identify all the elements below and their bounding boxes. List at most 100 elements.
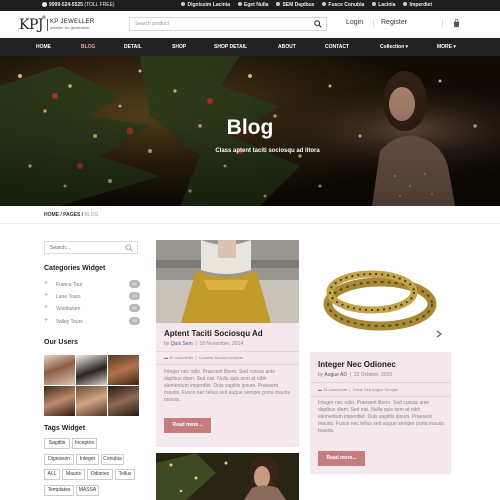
post-date: 18 November, 2014 [199, 341, 244, 347]
post-category[interactable]: Tellus Sed Augue Semper [353, 387, 399, 392]
user-avatar[interactable] [44, 386, 75, 416]
category-item[interactable]: + Vestibulum 16 [44, 304, 140, 314]
post-meta: by Augue AD | 22 October, 2016 [318, 372, 393, 378]
nav-blog[interactable]: BLOG [81, 44, 95, 50]
our-users-title: Our Users [44, 339, 78, 346]
category-item[interactable]: + Franca Tour 16 [44, 280, 140, 290]
blog-post-card: Integer Nec Odionec by Augue AD | 22 Oct… [310, 240, 451, 474]
divider [156, 351, 299, 352]
breadcrumb-separator: / [60, 212, 62, 218]
search-input[interactable]: Search product [129, 17, 327, 31]
read-more-button[interactable]: Read more... [318, 451, 365, 466]
top-link[interactable]: Imperdiet [403, 2, 432, 8]
post-meta: by Quis Sem | 18 November, 2014 [164, 341, 244, 347]
plus-icon: + [44, 292, 49, 299]
tag[interactable]: Conubia [101, 454, 124, 465]
top-link[interactable]: Dignissim Lacinia [181, 2, 230, 8]
nav-shop-detail[interactable]: SHOP DETAIL [214, 44, 247, 50]
post-category[interactable]: Conubia Nostra Inceptos [199, 355, 243, 360]
user-avatar[interactable] [76, 355, 107, 385]
divider [442, 19, 443, 28]
search-icon[interactable] [125, 244, 133, 252]
top-bar: 9999-524-5525 (TOLL FREE) Dignissim Laci… [0, 0, 500, 11]
post-image[interactable] [156, 240, 299, 323]
comment-icon: ▬ [164, 355, 168, 360]
categories-widget-title: Categories Widget [44, 265, 106, 272]
phone-number: 9999-524-5525 (TOLL FREE) [42, 2, 115, 8]
blog-post-card: Aptent Taciti Sociosqu Ad by Quis Sem | … [156, 240, 299, 447]
nav-shop[interactable]: SHOP [172, 44, 186, 50]
post-stats: ▬ 34 comments | Tellus Sed Augue Semper [318, 387, 399, 392]
logo[interactable]: KPJ ® KP JEWELLER jeweller for generation [19, 15, 95, 33]
post-title[interactable]: Integer Nec Odionec [318, 360, 396, 369]
breadcrumb: HOME / PAGES / BLOG [44, 212, 98, 218]
search-placeholder: Search product [135, 21, 169, 27]
nav-collection[interactable]: Collection ▾ [380, 44, 408, 50]
comment-icon: ▬ [318, 387, 322, 392]
tag[interactable]: Sagittis [44, 438, 70, 449]
comment-count[interactable]: 40 comments [169, 355, 193, 360]
breadcrumb-current: BLOG [84, 212, 99, 218]
bullet-icon [372, 2, 377, 6]
bullet-icon [181, 2, 186, 6]
category-item[interactable]: + Lane Tours 16 [44, 292, 140, 302]
tag[interactable]: Odionec [87, 469, 113, 480]
breadcrumb-home[interactable]: HOME [44, 212, 59, 218]
post-author[interactable]: Augue AD [324, 372, 347, 378]
users-gallery [44, 355, 139, 416]
register-link[interactable]: Register [381, 19, 407, 26]
tag[interactable]: MASSA [76, 485, 99, 496]
category-label: Franca Tour [56, 282, 83, 288]
sidebar-search-input[interactable]: Search... [44, 241, 138, 254]
user-avatar[interactable] [108, 386, 139, 416]
site-header: KPJ ® KP JEWELLER jeweller for generation… [0, 11, 500, 38]
top-link[interactable]: Fusce Conubia [322, 2, 364, 8]
search-icon[interactable] [314, 20, 322, 28]
nav-home[interactable]: HOME [36, 44, 51, 50]
tag[interactable]: Inceptos [72, 438, 97, 449]
post-author[interactable]: Quis Sem [171, 341, 193, 347]
user-avatar[interactable] [76, 386, 107, 416]
tag[interactable]: Dignissim [44, 454, 74, 465]
comment-count[interactable]: 34 comments [323, 387, 347, 392]
top-link[interactable]: Eget Nulla [238, 2, 268, 8]
divider [156, 364, 299, 365]
nav-about[interactable]: ABOUT [278, 44, 296, 50]
category-label: Lane Tours [56, 294, 81, 300]
category-label: Valley Tours [56, 319, 83, 325]
tag[interactable]: Integer [76, 454, 99, 465]
tag[interactable]: Mauris [62, 469, 85, 480]
category-label: Vestibulum [56, 306, 81, 312]
post-image[interactable] [156, 453, 299, 500]
post-image[interactable] [310, 240, 451, 352]
divider [373, 19, 374, 28]
user-avatar[interactable] [44, 355, 75, 385]
nav-contact[interactable]: CONTACT [325, 44, 349, 50]
read-more-button[interactable]: Read more... [164, 418, 211, 433]
logo-tagline: jeweller for generation [50, 25, 90, 30]
post-stats: ▬ 40 comments | Conubia Nostra Inceptos [164, 355, 243, 360]
breadcrumb-pages[interactable]: PAGES [63, 212, 80, 218]
nav-detail[interactable]: DETAIL [124, 44, 142, 50]
tag[interactable]: Tellus [115, 469, 135, 480]
chevron-right-icon[interactable] [435, 330, 443, 338]
top-link[interactable]: Lacinia [372, 2, 395, 8]
category-item[interactable]: + Valley Tours 16 [44, 317, 140, 327]
hero-banner: Blog Class aptent taciti sociosqu ad lit… [0, 56, 500, 206]
divider [310, 382, 451, 383]
top-link[interactable]: SEM Dapibus [276, 2, 314, 8]
post-excerpt: Integer nec odio. Praesent libero. Sed c… [318, 400, 444, 434]
plus-icon: + [44, 317, 49, 324]
cart-icon[interactable] [452, 19, 461, 28]
sidebar-search-placeholder: Search... [50, 245, 71, 251]
category-count-badge: 16 [129, 292, 140, 300]
tag[interactable]: ALL [44, 469, 60, 480]
nav-more[interactable]: MORE ▾ [437, 44, 456, 50]
bullet-icon [276, 2, 281, 6]
post-title[interactable]: Aptent Taciti Sociosqu Ad [164, 329, 263, 338]
user-avatar[interactable] [108, 355, 139, 385]
tag[interactable]: Templates [44, 485, 74, 496]
login-link[interactable]: Login [346, 19, 363, 26]
category-count-badge: 16 [129, 317, 140, 325]
post-excerpt: Integer nec odio. Praesent libero. Sed c… [164, 369, 290, 403]
